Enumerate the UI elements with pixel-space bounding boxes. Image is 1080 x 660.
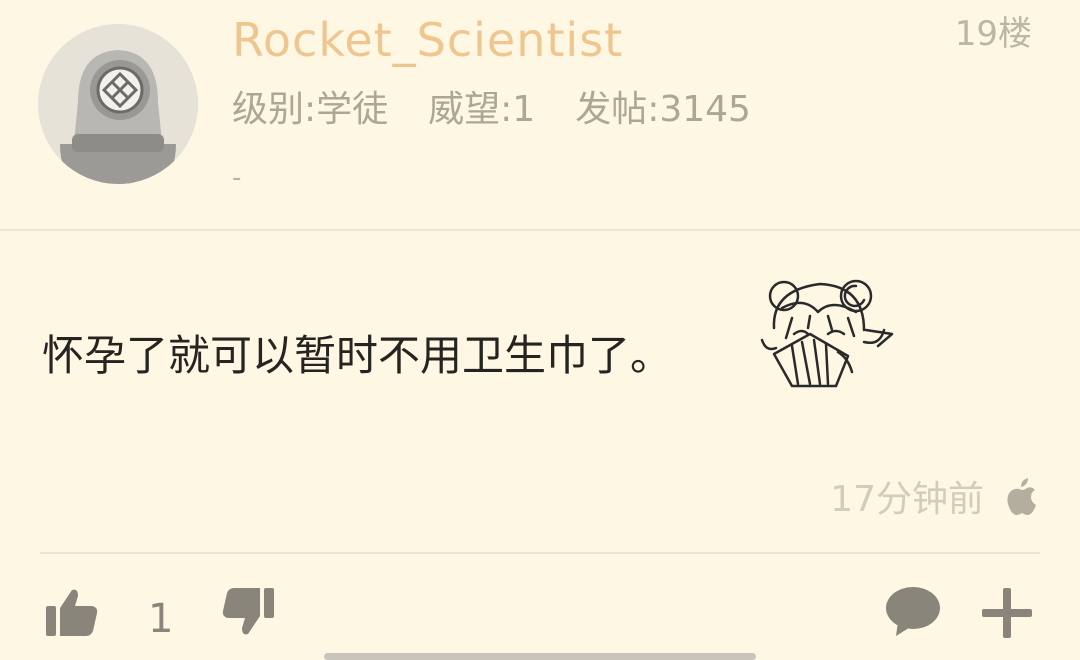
floor-number: 19楼: [954, 14, 1032, 54]
user-avatar[interactable]: [38, 24, 198, 184]
post-content: 怀孕了就可以暂时不用卫生巾了。: [42, 331, 673, 380]
user-prestige: 威望:1: [428, 89, 536, 130]
user-level: 级别:学徒: [232, 89, 389, 130]
thumb-up-icon[interactable]: [44, 586, 100, 638]
user-signature: -: [232, 163, 242, 193]
user-post-count: 发帖:3145: [575, 89, 751, 130]
header-divider: [0, 229, 1080, 231]
comment-icon[interactable]: [884, 586, 942, 638]
thumb-down-icon[interactable]: [220, 586, 276, 638]
footer-divider: [40, 552, 1040, 554]
post-card: Rocket_Scientist 19楼 级别:学徒 威望:1 发帖:3145 - …: [0, 0, 1080, 660]
post-time: 17分钟前: [830, 479, 984, 520]
apple-icon: [1006, 478, 1038, 516]
diver-helmet-icon: [38, 24, 198, 184]
user-stats: 级别:学徒 威望:1 发帖:3145: [232, 86, 791, 134]
like-count: 1: [148, 596, 174, 642]
anime-girl-sticker: [752, 268, 896, 392]
home-indicator[interactable]: [324, 653, 756, 660]
plus-icon[interactable]: [980, 586, 1034, 640]
username[interactable]: Rocket_Scientist: [232, 10, 623, 70]
